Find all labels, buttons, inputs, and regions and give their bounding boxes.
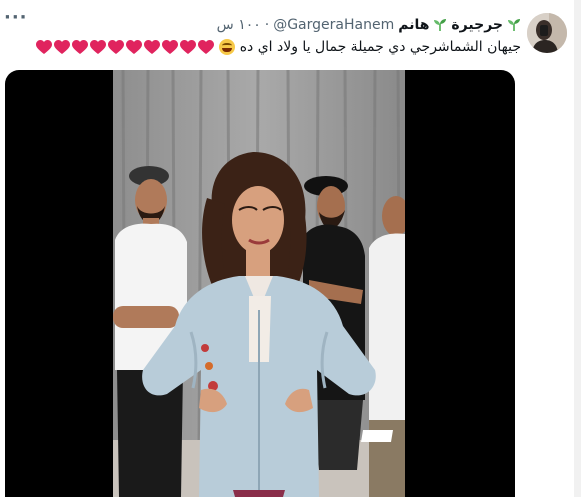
tweet-header: جرجيرة هانم @GargeraHanem · ١٠٠ س bbox=[217, 16, 521, 34]
video-thumbnail bbox=[113, 70, 405, 497]
more-options-button[interactable]: ··· bbox=[4, 9, 34, 30]
red-heart-icon bbox=[125, 39, 142, 54]
red-heart-icon bbox=[107, 39, 124, 54]
display-name[interactable]: جرجيرة bbox=[451, 16, 503, 34]
red-heart-icon bbox=[53, 39, 70, 54]
avatar-image bbox=[527, 13, 567, 53]
face-with-tears-of-joy-icon bbox=[218, 39, 235, 55]
tweet-body: جيهان الشماشرجي دي جميلة جمال يا ولاد اي… bbox=[239, 39, 521, 55]
hearts-row bbox=[35, 39, 214, 55]
red-heart-icon bbox=[161, 39, 178, 54]
tweet[interactable]: ··· جرجيرة هانم @GargeraHanem · ١٠٠ س جي… bbox=[0, 0, 581, 497]
red-heart-icon bbox=[143, 39, 160, 54]
avatar[interactable] bbox=[527, 13, 567, 53]
display-name-suffix[interactable]: هانم bbox=[398, 16, 429, 34]
red-heart-icon bbox=[197, 39, 214, 54]
sprout-icon bbox=[434, 19, 447, 31]
timestamp[interactable]: ١٠٠ س bbox=[217, 16, 261, 34]
red-heart-icon bbox=[35, 39, 52, 54]
user-handle[interactable]: @GargeraHanem bbox=[273, 16, 394, 34]
red-heart-icon bbox=[71, 39, 88, 54]
video-player[interactable] bbox=[5, 70, 515, 497]
tweet-text: جيهان الشماشرجي دي جميلة جمال يا ولاد اي… bbox=[35, 37, 521, 57]
separator-dot: · bbox=[264, 17, 270, 33]
red-heart-icon bbox=[89, 39, 106, 54]
scrollbar[interactable] bbox=[574, 0, 581, 497]
sprout-icon bbox=[508, 19, 520, 31]
video-frame[interactable] bbox=[113, 70, 405, 497]
red-heart-icon bbox=[179, 39, 196, 54]
